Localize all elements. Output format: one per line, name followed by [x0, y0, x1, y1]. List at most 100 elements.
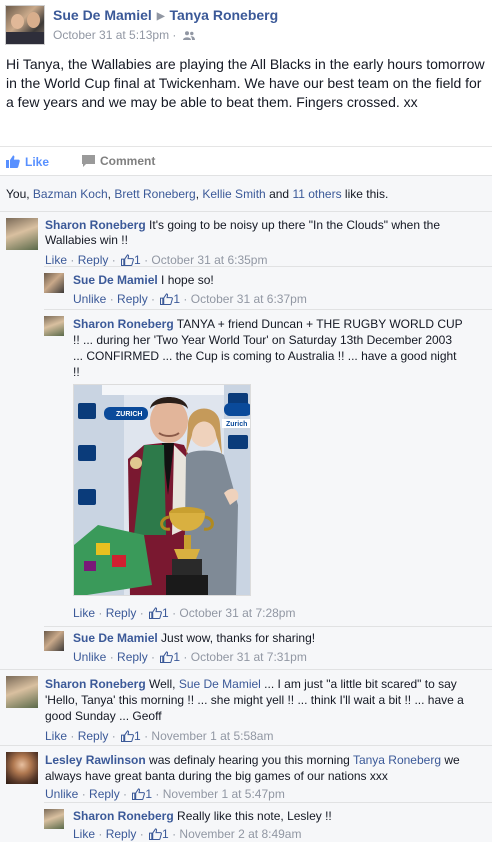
comment-author[interactable]: Sharon Roneberg [73, 317, 174, 331]
divider [44, 309, 492, 310]
comment-text: Just wow, thanks for sharing! [157, 631, 316, 645]
post-author-link[interactable]: Sue De Mamiel [53, 7, 152, 23]
comment-like-count[interactable]: 1 [145, 787, 152, 801]
likes-and: and [265, 187, 293, 201]
post-author-line: Sue De Mamiel ▶ Tanya Roneberg [53, 7, 278, 23]
comment-like-button[interactable]: Like [73, 827, 95, 841]
comment-text-before: was definaly hearing you this morning [145, 753, 353, 767]
comment-like-button[interactable]: Like [45, 253, 67, 267]
avatar[interactable] [6, 676, 38, 708]
photo-image: ZURICH Zurich [74, 385, 250, 595]
arrow-right-icon: ▶ [156, 11, 165, 22]
like-label: Like [25, 155, 50, 169]
comment-timestamp[interactable]: October 31 at 6:35pm [151, 253, 267, 267]
comment-reply-button[interactable]: Reply [78, 729, 109, 743]
post-body-text: Hi Tanya, the Wallabies are playing the … [6, 56, 485, 110]
post-timestamp[interactable]: October 31 at 5:13pm [53, 28, 169, 42]
comment-reply-button[interactable]: Reply [117, 650, 148, 664]
post-target-link[interactable]: Tanya Roneberg [170, 7, 279, 23]
comment-timestamp[interactable]: November 1 at 5:47pm [163, 787, 285, 801]
comment-timestamp[interactable]: October 31 at 7:28pm [179, 606, 295, 620]
avatar[interactable] [44, 273, 64, 293]
liker-link[interactable]: Bazman Koch [33, 187, 108, 201]
comment-item: Lesley Rawlinson was definaly hearing yo… [6, 752, 486, 806]
comment-body: Lesley Rawlinson was definaly hearing yo… [45, 752, 470, 784]
divider [0, 211, 492, 212]
thumbs-up-icon [149, 828, 162, 840]
comment-like-count[interactable]: 1 [173, 650, 180, 664]
comment-text: Really like this note, Lesley !! [173, 809, 332, 823]
friends-audience-icon[interactable] [182, 31, 195, 40]
comment-mention-link[interactable]: Sue De Mamiel [179, 677, 261, 691]
thumbs-up-icon [6, 155, 20, 168]
comment-author[interactable]: Sharon Roneberg [45, 677, 146, 691]
likes-prefix: You, [6, 187, 33, 201]
comment-actions: Unlike · Reply · 1 · November 1 at 5:47p… [45, 787, 285, 801]
comment-timestamp[interactable]: November 1 at 5:58am [151, 729, 273, 743]
comment-author[interactable]: Sue De Mamiel [73, 631, 158, 645]
comment-reply-button[interactable]: Reply [117, 292, 148, 306]
comment-like-count[interactable]: 1 [162, 606, 169, 620]
comment-reply-button[interactable]: Reply [78, 253, 109, 267]
comment-author[interactable]: Lesley Rawlinson [45, 753, 146, 767]
thumbs-up-icon [160, 651, 174, 663]
comment-actions: Unlike · Reply · 1 · October 31 at 6:37p… [73, 292, 307, 306]
comment-timestamp[interactable]: November 2 at 8:49am [179, 827, 301, 841]
comment-like-button[interactable]: Like [73, 606, 95, 620]
liker-link[interactable]: Brett Roneberg [114, 187, 195, 201]
author-avatar[interactable] [5, 5, 45, 45]
comment-body: Sharon Roneberg Really like this note, L… [73, 809, 488, 824]
likes-others-link[interactable]: 11 others [292, 187, 341, 201]
likes-suffix: like this. [341, 187, 389, 201]
comment-unlike-button[interactable]: Unlike [73, 292, 106, 306]
comments-section: You, Bazman Koch, Brett Roneberg, Kellie… [0, 175, 492, 842]
comment-actions: Like · Reply · 1 · November 2 at 8:49am [73, 827, 302, 841]
meta-separator: · [172, 28, 177, 42]
comment-reply-button[interactable]: Reply [106, 606, 137, 620]
avatar[interactable] [44, 809, 64, 829]
comment-reply-button[interactable]: Reply [106, 827, 137, 841]
comment-timestamp[interactable]: October 31 at 6:37pm [191, 292, 307, 306]
comment-button[interactable]: Comment [82, 153, 155, 168]
comment-like-count[interactable]: 1 [134, 729, 141, 743]
comment-item: Sharon Roneberg Well, Sue De Mamiel ... … [6, 676, 486, 746]
comment-reply-button[interactable]: Reply [89, 787, 120, 801]
banner-brand-text: ZURICH [116, 411, 142, 418]
comment-unlike-button[interactable]: Unlike [73, 650, 106, 664]
avatar[interactable] [44, 316, 64, 336]
divider [0, 669, 492, 670]
comment-unlike-button[interactable]: Unlike [45, 787, 78, 801]
comment-mention-link[interactable]: Tanya Roneberg [353, 753, 441, 767]
avatar[interactable] [6, 218, 38, 250]
divider [44, 802, 492, 803]
like-button[interactable]: Like [6, 153, 49, 169]
comment-timestamp[interactable]: October 31 at 7:31pm [191, 650, 307, 664]
thumbs-up-icon [132, 788, 146, 800]
comment-author[interactable]: Sharon Roneberg [45, 218, 146, 232]
comment-actions: Like · Reply · 1 · October 31 at 6:35pm [45, 253, 268, 267]
banner-sponsor-text: Zurich [226, 421, 247, 428]
comment-body: Sharon Roneberg It's going to be noisy u… [45, 218, 489, 248]
comment-photo[interactable]: ZURICH Zurich [73, 384, 251, 596]
comment-actions: Like · Reply · 1 · October 31 at 7:28pm [73, 606, 296, 620]
comment-like-count[interactable]: 1 [134, 253, 141, 267]
avatar[interactable] [44, 631, 64, 651]
liker-link[interactable]: Kellie Smith [202, 187, 265, 201]
comment-author[interactable]: Sharon Roneberg [73, 809, 174, 823]
comment-like-count[interactable]: 1 [162, 827, 169, 841]
thumbs-up-icon [121, 730, 134, 742]
divider [0, 745, 492, 746]
comment-author[interactable]: Sue De Mamiel [73, 273, 158, 287]
comment-label: Comment [100, 154, 156, 168]
likes-summary: You, Bazman Koch, Brett Roneberg, Kellie… [6, 187, 388, 201]
comment-like-button[interactable]: Like [45, 729, 67, 743]
thumbs-up-icon [149, 607, 162, 619]
post-meta: October 31 at 5:13pm · [53, 28, 195, 42]
avatar[interactable] [6, 752, 38, 784]
comment-actions: Like · Reply · 1 · November 1 at 5:58am [45, 729, 274, 743]
comment-body: Sharon Roneberg TANYA + friend Duncan + … [73, 316, 465, 380]
divider [44, 626, 492, 627]
divider [44, 266, 492, 267]
comment-like-count[interactable]: 1 [173, 292, 180, 306]
comment-bubble-icon [82, 155, 95, 167]
